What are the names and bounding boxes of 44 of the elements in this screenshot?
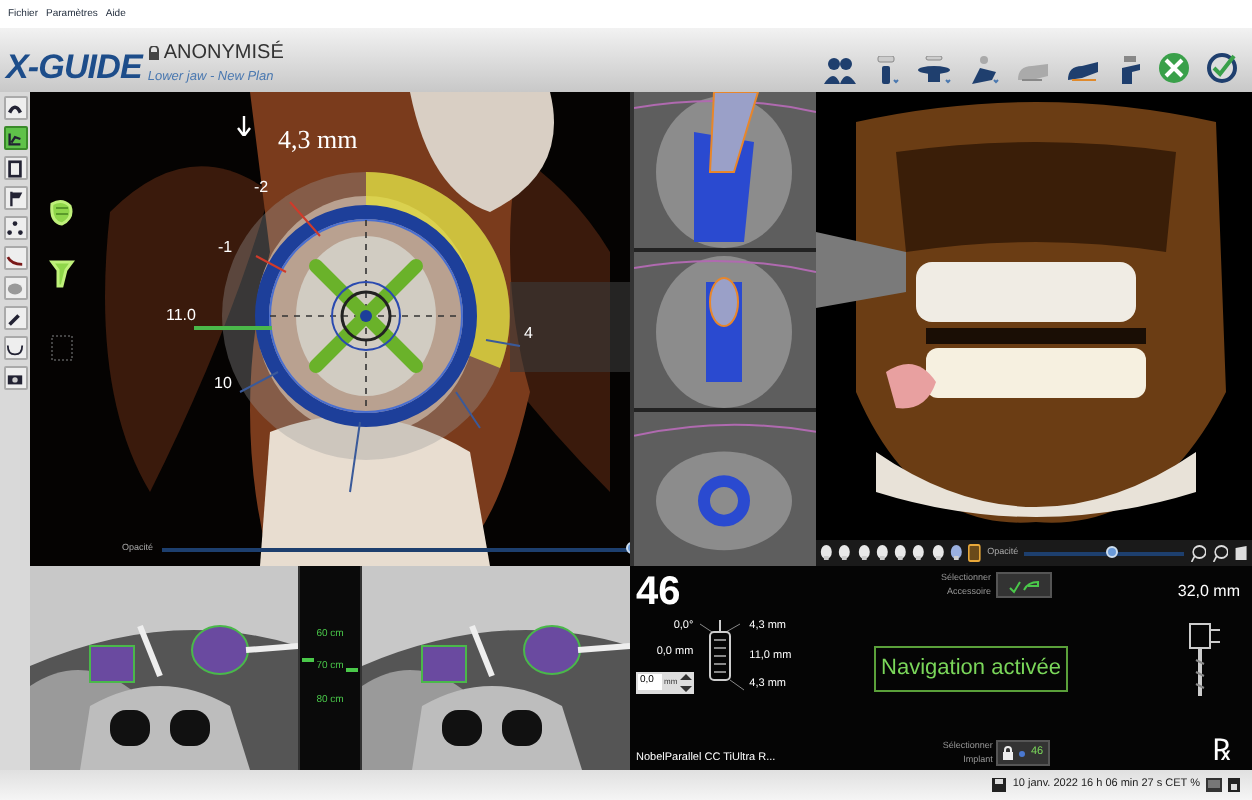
- anonymized-label: ANONYMISÉ: [163, 38, 284, 68]
- monitor-icon[interactable]: [1206, 778, 1222, 792]
- chart-icon: [6, 129, 24, 147]
- lock-icon: [147, 45, 160, 60]
- tool-button[interactable]: [3, 336, 27, 360]
- save-icon[interactable]: [992, 778, 1007, 792]
- check-icon[interactable]: [1206, 52, 1238, 84]
- lock-icon[interactable]: [1228, 778, 1240, 792]
- drill-length: 32,0 mm: [1177, 580, 1240, 604]
- dot-icon: [1018, 749, 1027, 757]
- handpiece-icon[interactable]: [916, 56, 952, 84]
- tool-button[interactable]: [3, 246, 27, 270]
- tool-button[interactable]: [3, 186, 27, 210]
- lock-icon: [1002, 746, 1015, 760]
- cap-icon: [6, 99, 24, 117]
- tool-button[interactable]: [3, 96, 27, 120]
- prescription-symbol: ℞: [1212, 736, 1230, 766]
- close-icon[interactable]: [1158, 52, 1190, 84]
- implant-drawing: [699, 619, 744, 692]
- tool-button[interactable]: [3, 216, 27, 240]
- tray-icon: [6, 339, 24, 357]
- tooth-number: 46: [636, 572, 683, 612]
- implant-icon[interactable]: [872, 56, 900, 84]
- position-marker: [302, 658, 314, 662]
- tool-button[interactable]: [3, 156, 27, 180]
- flag-icon: [6, 189, 24, 207]
- jaw-tracker-icon[interactable]: [1066, 56, 1100, 84]
- people-icon[interactable]: [824, 56, 856, 84]
- frame-icon: [6, 159, 24, 177]
- probe-icon[interactable]: [1116, 56, 1142, 84]
- tool-button[interactable]: [3, 126, 27, 150]
- navigation-status: Navigation activée: [873, 646, 1069, 692]
- accessory-button[interactable]: [995, 572, 1051, 598]
- check-icon: [1007, 577, 1039, 593]
- slider-thumb[interactable]: [1105, 546, 1118, 558]
- position-marker: [346, 668, 358, 672]
- tracker-icon[interactable]: [968, 56, 1000, 84]
- tool-button[interactable]: [3, 366, 27, 390]
- spinner-icon[interactable]: [679, 673, 692, 691]
- tool-button[interactable]: [3, 306, 27, 330]
- camera-icon: [6, 369, 24, 387]
- nodes-icon: [6, 219, 24, 237]
- drill-icon: [1186, 620, 1222, 696]
- logo: X-GUIDE: [6, 46, 142, 91]
